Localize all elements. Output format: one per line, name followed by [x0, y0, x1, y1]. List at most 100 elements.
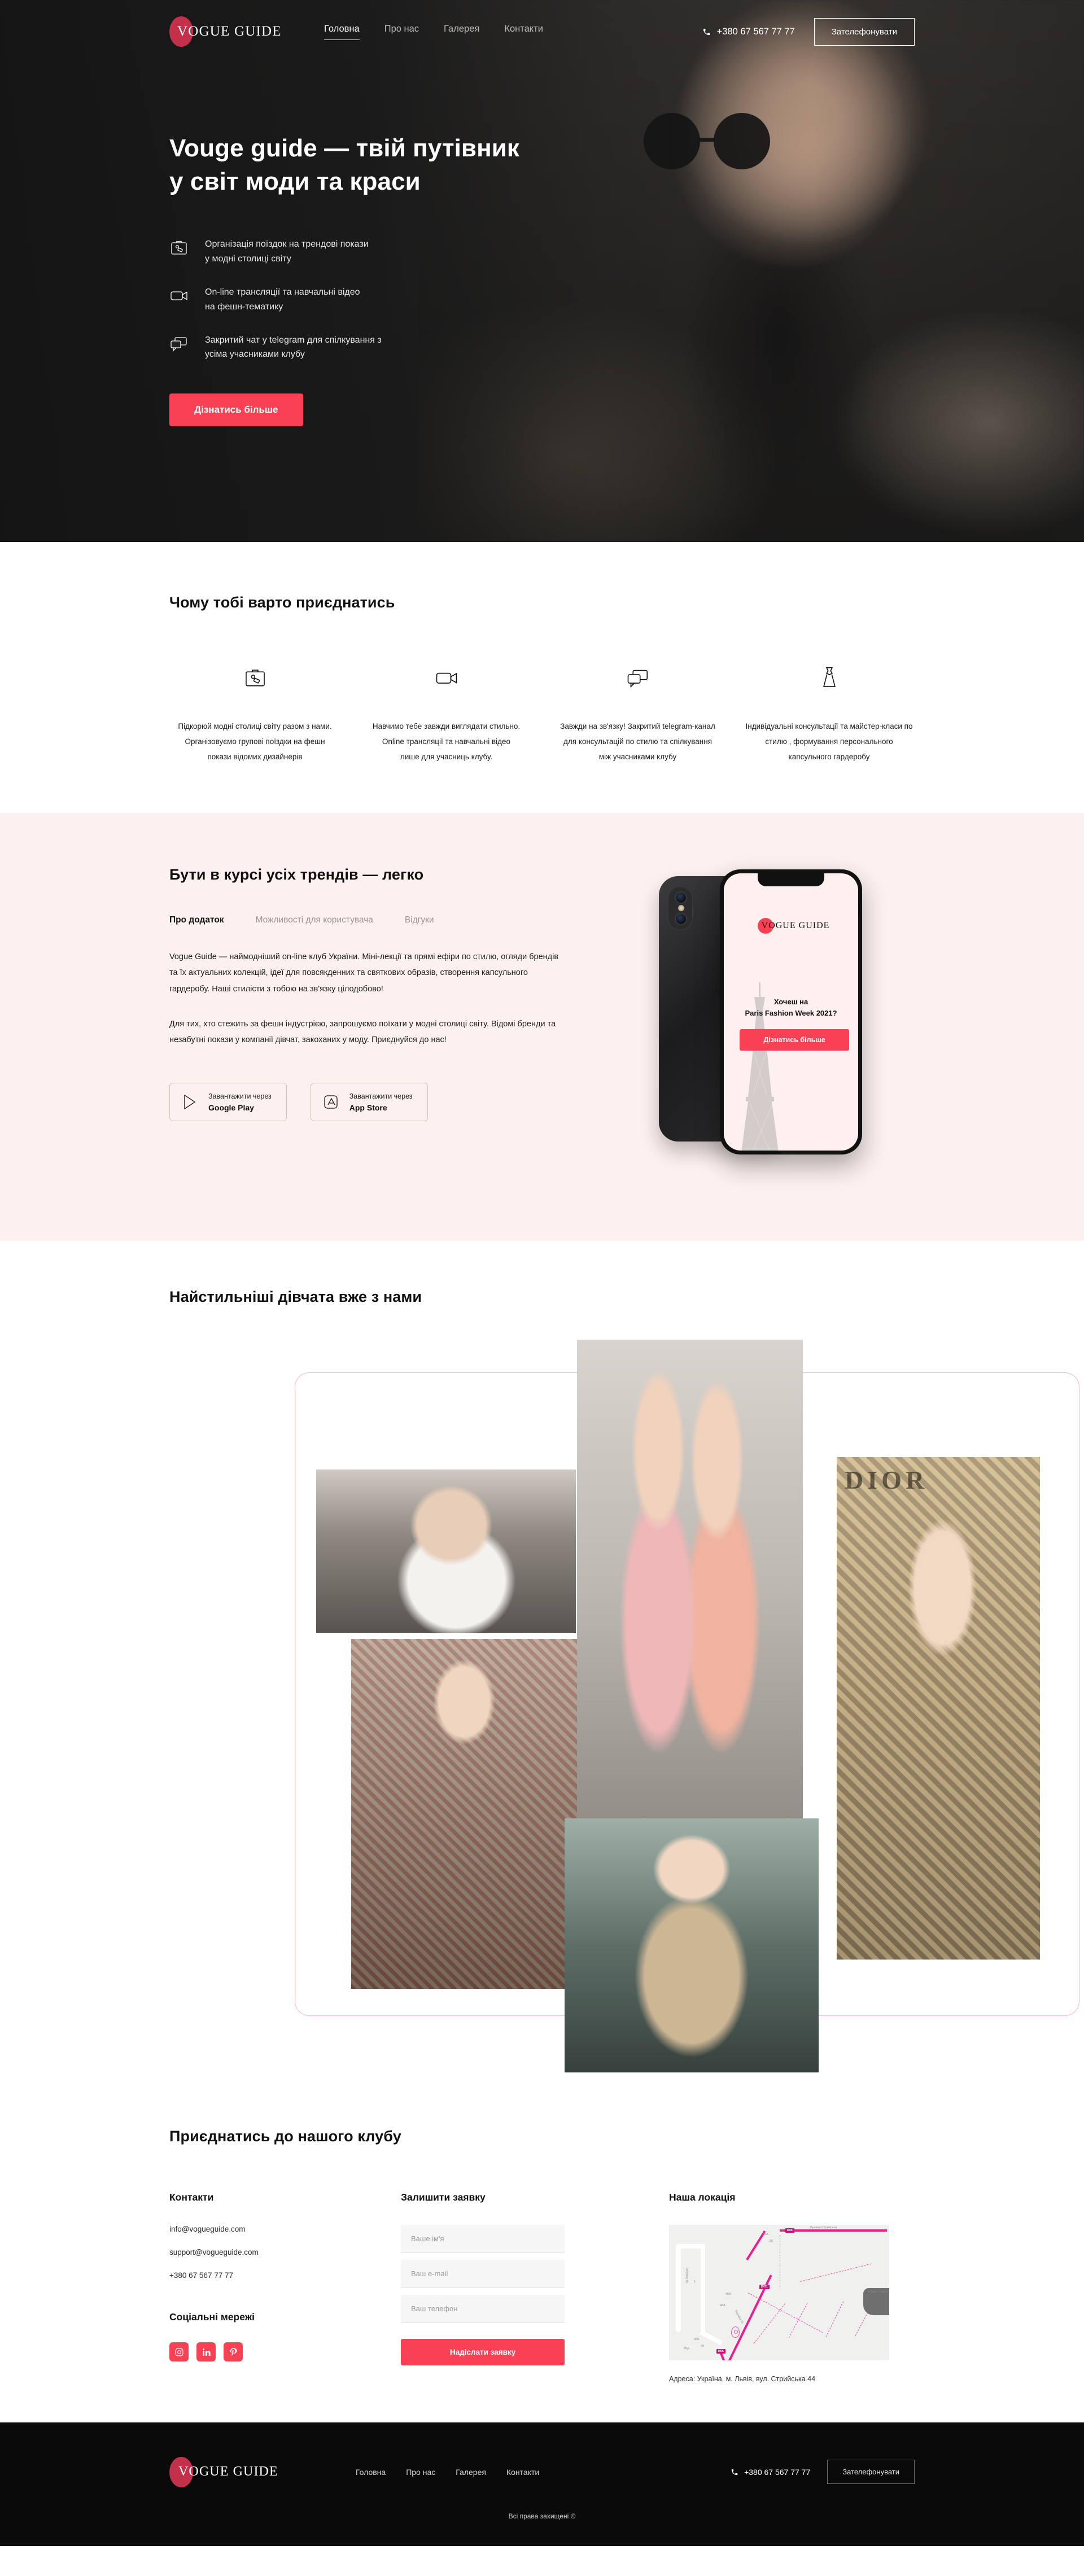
contact-email-info[interactable]: info@vogueguide.com [169, 2225, 378, 2233]
app-store-button[interactable]: Завантажити через App Store [310, 1083, 428, 1121]
camera-flash-icon [678, 905, 685, 911]
app-paragraph-1: Vogue Guide — наймодніший on-line клуб У… [169, 952, 559, 994]
benefit-text: Індивідуальні консультації та майстер-кл… [746, 719, 913, 764]
footer-actions: +380 67 567 77 77 Зателефонувати [731, 2460, 915, 2484]
gallery-photo-plaid[interactable] [351, 1639, 577, 1989]
submit-application-button[interactable]: Надіслати заявку [401, 2339, 565, 2365]
benefit-line-2: стилю , формування персонального [765, 737, 893, 746]
app-paragraph-2: Для тих, хто стежить за фешн індустрією,… [169, 1019, 556, 1045]
hero-feature-item: Організація поїздок на трендові покази у… [169, 237, 915, 266]
gallery-photo-scooter[interactable] [316, 1469, 576, 1633]
map-street-label: Stryiska St [733, 2310, 744, 2325]
benefit-line-1: Індивідуальні консультації та майстер-кл… [745, 722, 913, 731]
benefits-section: Чому тобі варто приєднатись Підкорюй мод… [0, 542, 1084, 813]
hero-feature-line-2: на фешн-тематику [205, 301, 283, 312]
benefit-card: Навчимо тебе завжди виглядати стильно. O… [361, 661, 532, 764]
hero-feature-text: Організація поїздок на трендові покази у… [205, 237, 369, 266]
contact-section: Приєднатись до нашого клубу Контакти inf… [0, 2096, 1084, 2422]
map-street-label: Dzyndry St [685, 2268, 688, 2283]
contact-email-support[interactable]: support@vogueguide.com [169, 2248, 378, 2256]
location-map[interactable]: Dzyndry St Stryiska St Вулиця Стрийська … [669, 2225, 889, 2360]
phone-notch [758, 873, 825, 886]
application-form: Надіслати заявку [401, 2225, 565, 2365]
benefit-icon-wrap [434, 661, 459, 694]
contact-title: Приєднатись до нашого клубу [169, 2128, 401, 2145]
footer-nav-gallery[interactable]: Галерея [456, 2468, 486, 2477]
call-button[interactable]: Зателефонувати [814, 18, 915, 46]
phone-front-shell: VOGUE GUIDE Хочеш на Paris Fashion Week … [720, 869, 863, 1154]
email-field[interactable] [401, 2260, 565, 2288]
contact-phone[interactable]: +380 67 567 77 77 [169, 2271, 378, 2280]
chat-bubbles-icon [627, 670, 648, 688]
map-number-label: 30 [781, 2229, 785, 2233]
app-store-small-label: Завантажити через [349, 1092, 413, 1101]
header-phone[interactable]: +380 67 567 77 77 [702, 27, 795, 37]
gallery-photo-pink-duo[interactable] [577, 1340, 803, 1842]
benefit-line-3: між учасниками клубу [598, 753, 677, 761]
nav-item-about[interactable]: Про нас [384, 24, 419, 40]
map-shield-badge: M06 [785, 2228, 794, 2233]
phone-headline-line-2: Paris Fashion Week 2021? [745, 1009, 837, 1018]
gallery-photo-trench-duo[interactable] [565, 1818, 819, 2072]
benefit-line-2: Організовуємо групові поїздки на фешн [185, 737, 325, 746]
phone-screen: VOGUE GUIDE Хочеш на Paris Fashion Week … [724, 873, 859, 1151]
footer-nav-home[interactable]: Головна [356, 2468, 386, 2477]
benefit-text: Завжди на зв'язку! Закритий telegram-кан… [560, 719, 715, 764]
social-heading: Соціальні мережі [169, 2311, 255, 2323]
primary-nav: Головна Про нас Галерея Контакти [324, 24, 543, 40]
benefit-icon-wrap [243, 661, 267, 694]
benefit-line-1: Навчимо тебе завжди виглядати стильно. [372, 722, 521, 731]
map-dashed-route [825, 2301, 844, 2337]
footer-nav-contacts[interactable]: Контакти [506, 2468, 539, 2477]
benefit-line-3: капсульного гардеробу [788, 753, 870, 761]
linkedin-icon[interactable] [196, 2342, 216, 2361]
hero-title: Vouge guide — твій путівник у світ моди … [169, 132, 576, 199]
map-number-label: 1 [694, 2280, 696, 2284]
nav-item-gallery[interactable]: Галерея [444, 24, 479, 40]
phone-headline: Хочеш на Paris Fashion Week 2021? [724, 996, 858, 1019]
map-dashed-route [788, 2303, 808, 2338]
map-dashed-route [753, 2303, 785, 2344]
application-form-column: Залишити заявку Надіслати заявку [401, 2192, 646, 2383]
map-shield-badge: E471 [759, 2285, 770, 2289]
header-phone-number: +380 67 567 77 77 [716, 26, 795, 37]
google-play-button[interactable]: Завантажити через Google Play [169, 1083, 287, 1121]
chat-bubbles-icon [171, 336, 187, 352]
footer-call-button[interactable]: Зателефонувати [827, 2460, 915, 2484]
footer-nav-about[interactable]: Про нас [406, 2468, 435, 2477]
gallery-photo-dior[interactable]: DIOR [837, 1457, 1040, 1960]
site-logo[interactable]: VOGUE GUIDE [169, 16, 288, 47]
location-heading: Наша локація [669, 2192, 736, 2203]
gallery-title: Найстильніші дівчата вже з нами [169, 1288, 422, 1305]
map-location-pin-icon [731, 2326, 740, 2338]
name-field[interactable] [401, 2225, 565, 2253]
map-highway [780, 2229, 887, 2232]
app-title: Бути в курсі усіх трендів — легко [169, 866, 424, 883]
tab-reviews[interactable]: Відгуки [405, 915, 434, 925]
map-street-label: Вулиця Стрийська [810, 2226, 837, 2229]
map-dashed-route [780, 2235, 785, 2287]
pinterest-icon[interactable] [224, 2342, 243, 2361]
app-store-icon [324, 1095, 338, 1109]
footer-phone[interactable]: +380 67 567 77 77 [731, 2468, 810, 2477]
app-store-big-label: App Store [349, 1103, 387, 1112]
top-navigation: VOGUE GUIDE Головна Про нас Галерея Конт… [169, 0, 915, 63]
hero-feature-item: On-line трансляції та навчальні відео на… [169, 285, 915, 314]
phone-field[interactable] [401, 2295, 565, 2323]
benefit-card: Завжди на зв'язку! Закритий telegram-кан… [552, 661, 723, 764]
hero-cta-button[interactable]: Дізнатись більше [169, 393, 303, 427]
app-text-column: Бути в курсі усіх трендів — легко Про до… [169, 866, 592, 1121]
phone-cta-button[interactable]: Дізнатись більше [740, 1029, 850, 1051]
nav-item-home[interactable]: Головна [324, 24, 360, 40]
google-play-small-label: Завантажити через [208, 1092, 272, 1101]
instagram-icon[interactable] [169, 2342, 189, 2361]
tab-about-app[interactable]: Про додаток [169, 915, 224, 925]
footer-logo[interactable]: VOGUE GUIDE [169, 2456, 356, 2487]
hero-feature-text: On-line трансляції та навчальні відео на… [205, 285, 360, 314]
contacts-column: Контакти info@vogueguide.com support@vog… [169, 2192, 378, 2383]
map-road [701, 2244, 705, 2334]
map-number-label: 46Б [694, 2338, 700, 2341]
copyright-text: Всі права захищені © [508, 2512, 576, 2520]
tab-user-features[interactable]: Можливості для користувача [256, 915, 373, 925]
nav-item-contacts[interactable]: Контакти [504, 24, 543, 40]
